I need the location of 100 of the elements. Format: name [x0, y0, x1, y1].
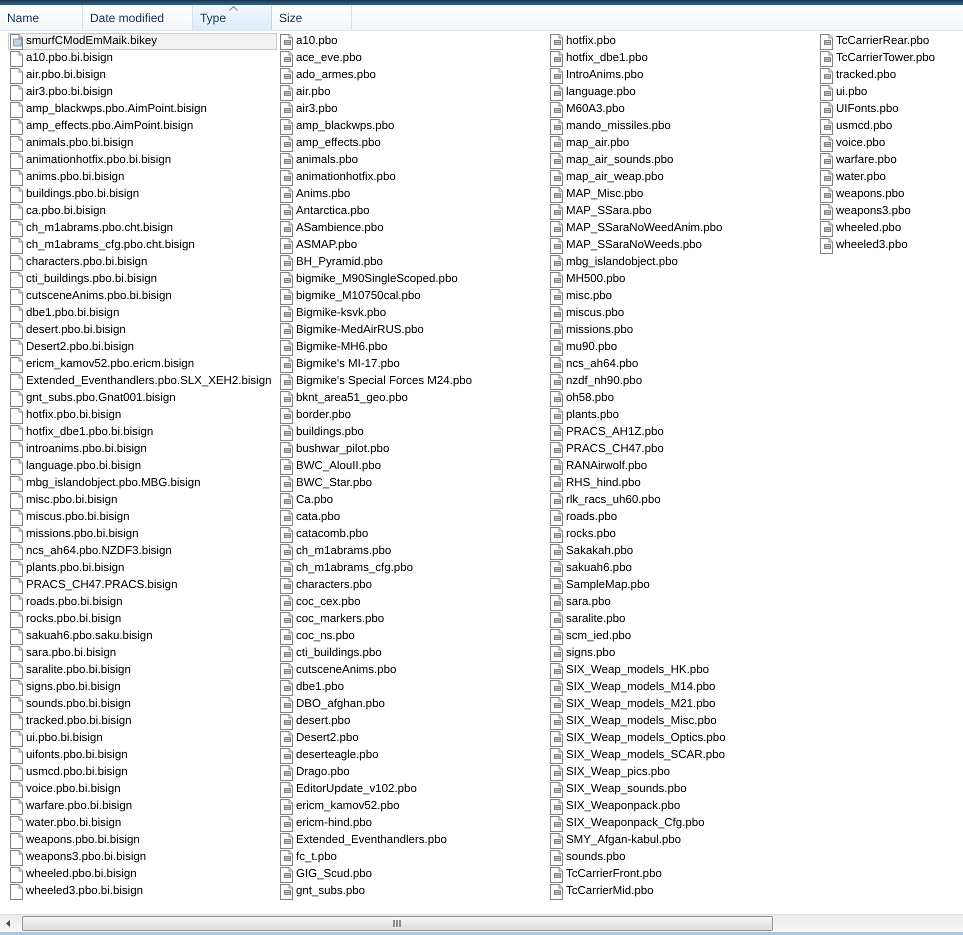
- file-item[interactable]: cutsceneAnims.pbo.bi.bisign: [8, 288, 277, 305]
- file-item[interactable]: SIX_Weap_models_SCAR.pbo: [548, 747, 817, 764]
- column-header[interactable]: Type: [193, 5, 272, 30]
- file-item[interactable]: rocks.pbo.bi.bisign: [8, 611, 277, 628]
- file-item[interactable]: Bigmike-ksvk.pbo: [278, 305, 547, 322]
- file-item[interactable]: hotfix.pbo.bi.bisign: [8, 407, 277, 424]
- file-item[interactable]: warfare.pbo.bi.bisign: [8, 798, 277, 815]
- file-item[interactable]: ncs_ah64.pbo.NZDF3.bisign: [8, 543, 277, 560]
- file-item[interactable]: smurfCModEmMaik.bikey: [8, 33, 277, 50]
- file-item[interactable]: ace_eve.pbo: [278, 50, 547, 67]
- file-item[interactable]: mbg_islandobject.pbo.MBG.bisign: [8, 475, 277, 492]
- file-item[interactable]: cutsceneAnims.pbo: [278, 662, 547, 679]
- file-item[interactable]: animationhotfix.pbo: [278, 169, 547, 186]
- file-item[interactable]: misc.pbo.bi.bisign: [8, 492, 277, 509]
- file-item[interactable]: introanims.pbo.bi.bisign: [8, 441, 277, 458]
- file-item[interactable]: SIX_Weap_sounds.pbo: [548, 781, 817, 798]
- file-item[interactable]: gnt_subs.pbo.Gnat001.bisign: [8, 390, 277, 407]
- file-item[interactable]: tracked.pbo.bi.bisign: [8, 713, 277, 730]
- file-item[interactable]: sara.pbo.bi.bisign: [8, 645, 277, 662]
- file-item[interactable]: scm_ied.pbo: [548, 628, 817, 645]
- file-item[interactable]: SIX_Weap_models_Misc.pbo: [548, 713, 817, 730]
- file-item[interactable]: plants.pbo: [548, 407, 817, 424]
- file-item[interactable]: buildings.pbo.bi.bisign: [8, 186, 277, 203]
- file-item[interactable]: bigmike_M10750cal.pbo: [278, 288, 547, 305]
- file-item[interactable]: voice.pbo.bi.bisign: [8, 781, 277, 798]
- file-item[interactable]: SIX_Weaponpack_Cfg.pbo: [548, 815, 817, 832]
- file-item[interactable]: Bigmike-MedAirRUS.pbo: [278, 322, 547, 339]
- file-item[interactable]: ericm_kamov52.pbo: [278, 798, 547, 815]
- file-item[interactable]: buildings.pbo: [278, 424, 547, 441]
- file-item[interactable]: Bigmike's MI-17.pbo: [278, 356, 547, 373]
- horizontal-scrollbar[interactable]: [0, 914, 963, 932]
- file-item[interactable]: TcCarrierFront.pbo: [548, 866, 817, 883]
- file-item[interactable]: saralite.pbo: [548, 611, 817, 628]
- file-item[interactable]: Sakakah.pbo: [548, 543, 817, 560]
- file-item[interactable]: MH500.pbo: [548, 271, 817, 288]
- file-item[interactable]: cti_buildings.pbo.bi.bisign: [8, 271, 277, 288]
- file-item[interactable]: a10.pbo: [278, 33, 547, 50]
- file-item[interactable]: air.pbo.bi.bisign: [8, 67, 277, 84]
- file-item[interactable]: rocks.pbo: [548, 526, 817, 543]
- file-item[interactable]: MAP_Misc.pbo: [548, 186, 817, 203]
- file-item[interactable]: ado_armes.pbo: [278, 67, 547, 84]
- file-item[interactable]: mbg_islandobject.pbo: [548, 254, 817, 271]
- file-item[interactable]: TcCarrierRear.pbo: [818, 33, 963, 50]
- file-item[interactable]: Extended_Eventhandlers.pbo: [278, 832, 547, 849]
- file-item[interactable]: PRACS_AH1Z.pbo: [548, 424, 817, 441]
- file-item[interactable]: sara.pbo: [548, 594, 817, 611]
- file-item[interactable]: dbe1.pbo.bi.bisign: [8, 305, 277, 322]
- file-item[interactable]: border.pbo: [278, 407, 547, 424]
- file-item[interactable]: weapons3.pbo.bi.bisign: [8, 849, 277, 866]
- file-item[interactable]: hotfix_dbe1.pbo.bi.bisign: [8, 424, 277, 441]
- file-item[interactable]: DBO_afghan.pbo: [278, 696, 547, 713]
- file-item[interactable]: coc_cex.pbo: [278, 594, 547, 611]
- file-item[interactable]: coc_markers.pbo: [278, 611, 547, 628]
- file-item[interactable]: language.pbo: [548, 84, 817, 101]
- file-item[interactable]: BWC_Star.pbo: [278, 475, 547, 492]
- file-item[interactable]: map_air_sounds.pbo: [548, 152, 817, 169]
- file-item[interactable]: characters.pbo.bi.bisign: [8, 254, 277, 271]
- file-item[interactable]: Drago.pbo: [278, 764, 547, 781]
- file-item[interactable]: language.pbo.bi.bisign: [8, 458, 277, 475]
- file-item[interactable]: Anims.pbo: [278, 186, 547, 203]
- file-item[interactable]: SIX_Weaponpack.pbo: [548, 798, 817, 815]
- file-item[interactable]: sakuah6.pbo.saku.bisign: [8, 628, 277, 645]
- file-item[interactable]: map_air.pbo: [548, 135, 817, 152]
- file-item[interactable]: BWC_AlouII.pbo: [278, 458, 547, 475]
- file-item[interactable]: cata.pbo: [278, 509, 547, 526]
- file-item[interactable]: animationhotfix.pbo.bi.bisign: [8, 152, 277, 169]
- file-item[interactable]: Bigmike-MH6.pbo: [278, 339, 547, 356]
- file-item[interactable]: signs.pbo: [548, 645, 817, 662]
- file-item[interactable]: plants.pbo.bi.bisign: [8, 560, 277, 577]
- file-item[interactable]: water.pbo.bi.bisign: [8, 815, 277, 832]
- file-item[interactable]: weapons3.pbo: [818, 203, 963, 220]
- file-item[interactable]: SIX_Weap_models_HK.pbo: [548, 662, 817, 679]
- file-item[interactable]: ui.pbo.bi.bisign: [8, 730, 277, 747]
- file-item[interactable]: desert.pbo.bi.bisign: [8, 322, 277, 339]
- file-item[interactable]: Desert2.pbo: [278, 730, 547, 747]
- file-item[interactable]: nzdf_nh90.pbo: [548, 373, 817, 390]
- file-item[interactable]: SMY_Afgan-kabul.pbo: [548, 832, 817, 849]
- file-item[interactable]: weapons.pbo: [818, 186, 963, 203]
- file-item[interactable]: amp_blackwps.pbo: [278, 118, 547, 135]
- file-item[interactable]: water.pbo: [818, 169, 963, 186]
- file-item[interactable]: amp_blackwps.pbo.AimPoint.bisign: [8, 101, 277, 118]
- file-item[interactable]: animals.pbo.bi.bisign: [8, 135, 277, 152]
- file-item[interactable]: Ca.pbo: [278, 492, 547, 509]
- file-item[interactable]: wheeled3.pbo.bi.bisign: [8, 883, 277, 900]
- file-item[interactable]: wheeled.pbo: [818, 220, 963, 237]
- file-item[interactable]: sounds.pbo.bi.bisign: [8, 696, 277, 713]
- file-item[interactable]: signs.pbo.bi.bisign: [8, 679, 277, 696]
- file-item[interactable]: missions.pbo: [548, 322, 817, 339]
- file-item[interactable]: mando_missiles.pbo: [548, 118, 817, 135]
- file-item[interactable]: RANAirwolf.pbo: [548, 458, 817, 475]
- file-item[interactable]: BH_Pyramid.pbo: [278, 254, 547, 271]
- file-item[interactable]: weapons.pbo.bi.bisign: [8, 832, 277, 849]
- file-item[interactable]: roads.pbo.bi.bisign: [8, 594, 277, 611]
- file-item[interactable]: TcCarrierMid.pbo: [548, 883, 817, 900]
- file-item[interactable]: sounds.pbo: [548, 849, 817, 866]
- file-item[interactable]: ericm-hind.pbo: [278, 815, 547, 832]
- file-item[interactable]: gnt_subs.pbo: [278, 883, 547, 900]
- file-item[interactable]: mu90.pbo: [548, 339, 817, 356]
- file-item[interactable]: usmcd.pbo.bi.bisign: [8, 764, 277, 781]
- file-item[interactable]: misc.pbo: [548, 288, 817, 305]
